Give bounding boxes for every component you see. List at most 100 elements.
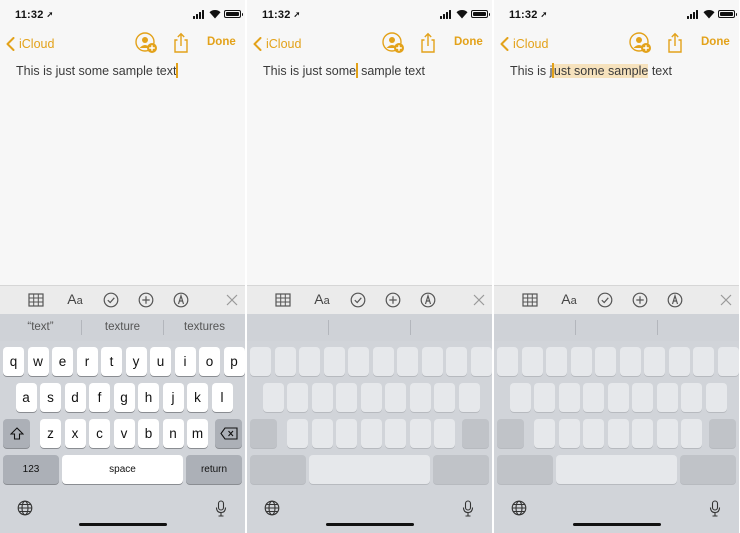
note-text[interactable]: This is just some sample text	[263, 63, 425, 78]
globe-icon[interactable]	[264, 500, 280, 516]
key-o[interactable]: o	[199, 347, 220, 376]
return-key[interactable]: return	[186, 455, 242, 484]
key-o[interactable]	[693, 347, 714, 376]
key-y[interactable]	[619, 347, 641, 376]
key-d[interactable]	[558, 383, 580, 412]
key-l[interactable]	[705, 383, 727, 412]
key-q[interactable]: q	[3, 347, 24, 376]
key-o[interactable]	[446, 347, 467, 376]
key-c[interactable]: c	[89, 419, 110, 448]
key-e[interactable]	[299, 347, 320, 376]
key-f[interactable]: f	[89, 383, 110, 412]
key-h[interactable]: h	[138, 383, 159, 412]
back-button[interactable]: iCloud	[253, 33, 301, 55]
key-l[interactable]: l	[211, 383, 233, 412]
close-icon[interactable]	[471, 292, 487, 308]
key-f[interactable]	[336, 383, 357, 412]
key-q[interactable]	[250, 347, 271, 376]
key-z[interactable]: z	[40, 419, 61, 448]
space-key[interactable]	[309, 455, 430, 484]
table-icon[interactable]	[275, 292, 291, 308]
share-icon[interactable]	[173, 32, 189, 54]
key-x[interactable]	[558, 419, 580, 448]
key-r[interactable]: r	[76, 347, 98, 376]
globe-icon[interactable]	[511, 500, 527, 516]
markup-pen-icon[interactable]	[667, 292, 683, 308]
back-button[interactable]: iCloud	[500, 33, 548, 55]
key-f[interactable]	[583, 383, 604, 412]
key-z[interactable]	[287, 419, 308, 448]
suggestion-1[interactable]: “text”	[0, 314, 81, 341]
key-w[interactable]	[274, 347, 296, 376]
key-s[interactable]	[287, 383, 308, 412]
keyboard-trackpad[interactable]	[247, 314, 492, 533]
key-n[interactable]	[409, 419, 431, 448]
microphone-icon[interactable]	[215, 500, 227, 517]
key-x[interactable]: x	[64, 419, 86, 448]
key-e[interactable]: e	[52, 347, 73, 376]
key-j[interactable]	[656, 383, 678, 412]
microphone-icon[interactable]	[462, 500, 474, 517]
checklist-icon[interactable]	[597, 292, 613, 308]
key-m[interactable]	[434, 419, 455, 448]
key-v[interactable]	[360, 419, 382, 448]
key-k[interactable]: k	[187, 383, 208, 412]
note-text[interactable]: This is just some sample text	[510, 63, 672, 78]
add-people-icon[interactable]	[134, 32, 158, 54]
key-i[interactable]	[668, 347, 690, 376]
key-q[interactable]	[497, 347, 518, 376]
return-key[interactable]	[680, 455, 736, 484]
key-e[interactable]	[546, 347, 567, 376]
key-y[interactable]	[372, 347, 394, 376]
key-s[interactable]	[534, 383, 555, 412]
numbers-key[interactable]: 123	[3, 455, 59, 484]
key-n[interactable]	[656, 419, 678, 448]
key-p[interactable]: p	[223, 347, 245, 376]
space-key[interactable]	[556, 455, 677, 484]
key-b[interactable]	[632, 419, 653, 448]
keyboard-trackpad[interactable]	[494, 314, 739, 533]
key-v[interactable]	[607, 419, 629, 448]
text-format-icon[interactable]: Aa	[310, 291, 334, 307]
share-icon[interactable]	[667, 32, 683, 54]
delete-key[interactable]	[709, 419, 736, 448]
key-d[interactable]	[311, 383, 333, 412]
shift-key[interactable]	[497, 419, 524, 448]
key-b[interactable]	[385, 419, 406, 448]
key-m[interactable]: m	[187, 419, 208, 448]
back-button[interactable]: iCloud	[6, 33, 54, 55]
plus-circle-icon[interactable]	[138, 292, 154, 308]
key-p[interactable]	[470, 347, 492, 376]
shift-key[interactable]	[250, 419, 277, 448]
key-n[interactable]: n	[162, 419, 184, 448]
numbers-key[interactable]	[250, 455, 306, 484]
markup-pen-icon[interactable]	[173, 292, 189, 308]
key-c[interactable]	[336, 419, 357, 448]
checklist-icon[interactable]	[103, 292, 119, 308]
suggestion-3[interactable]: textures	[164, 314, 245, 341]
key-g[interactable]	[360, 383, 382, 412]
key-c[interactable]	[583, 419, 604, 448]
key-i[interactable]: i	[174, 347, 196, 376]
plus-circle-icon[interactable]	[385, 292, 401, 308]
key-y[interactable]: y	[125, 347, 147, 376]
table-icon[interactable]	[28, 292, 44, 308]
numbers-key[interactable]	[497, 455, 553, 484]
key-r[interactable]	[570, 347, 592, 376]
key-a[interactable]	[509, 383, 531, 412]
key-k[interactable]	[681, 383, 702, 412]
share-icon[interactable]	[420, 32, 436, 54]
key-g[interactable]: g	[113, 383, 135, 412]
return-key[interactable]	[433, 455, 489, 484]
done-button[interactable]: Done	[454, 36, 483, 48]
key-a[interactable]: a	[15, 383, 37, 412]
done-button[interactable]: Done	[207, 36, 236, 48]
key-m[interactable]	[681, 419, 702, 448]
suggestion-2[interactable]: texture	[82, 314, 163, 341]
key-t[interactable]	[595, 347, 616, 376]
markup-pen-icon[interactable]	[420, 292, 436, 308]
key-v[interactable]: v	[113, 419, 135, 448]
close-icon[interactable]	[224, 292, 240, 308]
key-l[interactable]	[458, 383, 480, 412]
key-p[interactable]	[717, 347, 739, 376]
